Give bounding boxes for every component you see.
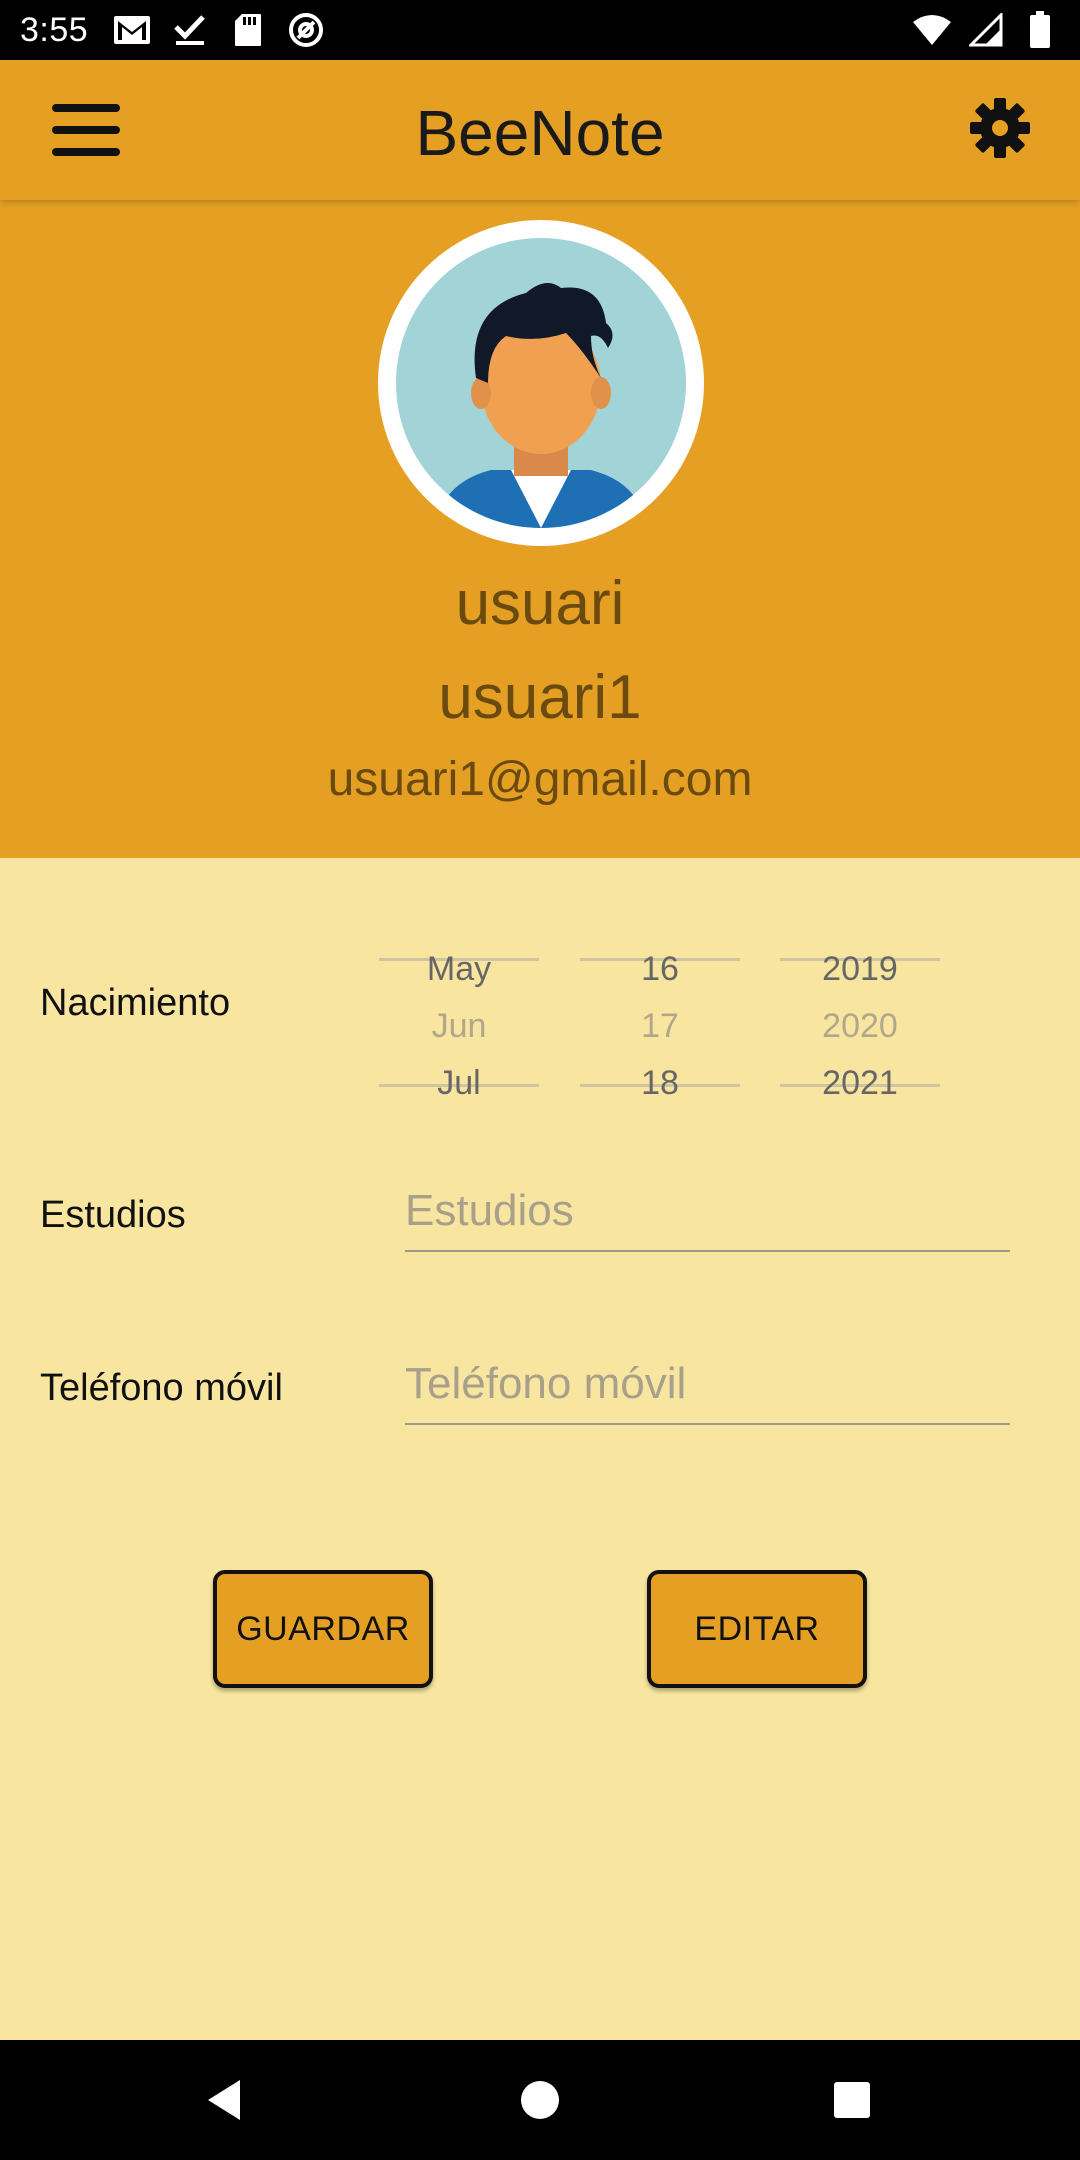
gear-icon[interactable] <box>968 96 1038 166</box>
profile-email: usuari1@gmail.com <box>327 753 753 806</box>
profile-name: usuari <box>455 569 625 638</box>
system-nav-bar <box>0 2040 1080 2160</box>
screen: 3:55 BeeNote usuari usuari1 usuari1@gmai… <box>0 0 1080 2160</box>
edit-button[interactable]: EDITAR <box>647 1570 867 1688</box>
year-option: 2019 <box>822 950 898 988</box>
year-option-selected: 2020 <box>822 1007 898 1045</box>
year-option: 2021 <box>822 1064 898 1102</box>
phone-input[interactable] <box>405 1345 1010 1425</box>
month-picker[interactable]: May Jun Jul <box>379 940 539 1102</box>
month-option-selected: Jun <box>431 1007 487 1045</box>
wifi-icon <box>912 10 952 50</box>
user-avatar-icon[interactable] <box>378 220 704 546</box>
status-notification-icons <box>112 10 326 50</box>
status-time: 3:55 <box>20 10 89 49</box>
app-title: BeeNote <box>415 97 665 169</box>
battery-icon <box>1020 10 1060 50</box>
recents-square-icon[interactable] <box>826 2074 878 2126</box>
month-option: May <box>426 950 492 988</box>
profile-header: usuari usuari1 usuari1@gmail.com <box>0 200 1080 858</box>
day-option: 18 <box>641 1064 679 1102</box>
back-triangle-icon[interactable] <box>200 2074 252 2126</box>
status-bar: 3:55 <box>0 0 1080 60</box>
studies-label: Estudios <box>40 1194 186 1236</box>
day-picker[interactable]: 16 17 18 <box>580 940 740 1102</box>
phone-label: Teléfono móvil <box>40 1367 283 1409</box>
save-button[interactable]: GUARDAR <box>213 1570 433 1688</box>
year-picker[interactable]: 2019 2020 2021 <box>780 940 940 1102</box>
profile-username: usuari1 <box>438 663 642 732</box>
day-option-selected: 17 <box>641 1007 679 1045</box>
status-system-icons <box>912 10 1060 50</box>
studies-input[interactable] <box>405 1172 1010 1252</box>
month-option: Jul <box>437 1064 481 1102</box>
cell-signal-icon <box>966 10 1006 50</box>
vpn-icon <box>286 10 326 50</box>
birth-label: Nacimiento <box>40 982 231 1024</box>
day-option: 16 <box>641 950 679 988</box>
home-circle-icon[interactable] <box>514 2074 566 2126</box>
app-bar: BeeNote <box>0 60 1080 200</box>
gmail-icon <box>112 10 152 50</box>
sd-card-icon <box>228 10 268 50</box>
task-check-icon <box>170 10 210 50</box>
